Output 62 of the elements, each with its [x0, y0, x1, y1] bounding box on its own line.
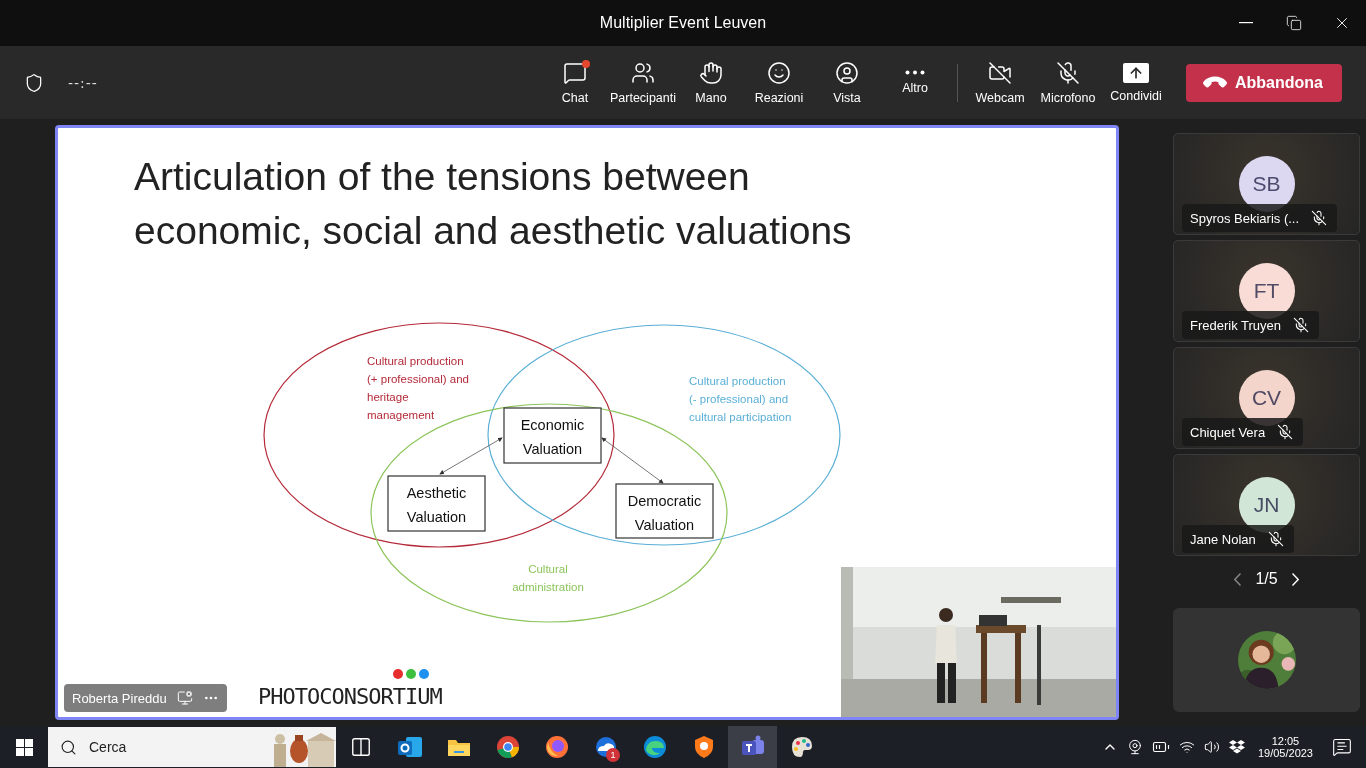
view-button[interactable]: Vista	[813, 52, 881, 113]
task-view-icon	[349, 736, 372, 758]
window-title: Multiplier Event Leuven	[599, 14, 767, 32]
chat-icon	[563, 60, 587, 85]
people-button[interactable]: Partecipanti	[609, 52, 677, 113]
camera-button[interactable]: Webcam	[966, 52, 1034, 113]
mic-off-icon	[1056, 60, 1080, 85]
people-icon	[631, 60, 655, 85]
more-icon	[905, 70, 925, 75]
smiley-icon	[767, 60, 791, 85]
valuation-box: Aesthetic Valuation	[387, 475, 486, 532]
notification-badge: 1	[606, 748, 620, 762]
edge-browser-icon	[641, 734, 668, 760]
circle-label: Cultural production (- professional) and cultural participation	[689, 375, 792, 423]
screen-settings-icon	[176, 690, 193, 706]
slide-title: Articulation of the tensions between economic, social and aesthetic valuations	[133, 154, 853, 254]
chevron-right-icon	[1291, 572, 1299, 586]
wifi-icon[interactable]	[1178, 739, 1195, 755]
logo-text: PHOTOCONSORTIUM	[258, 684, 442, 709]
leave-button[interactable]: Abbandona	[1186, 63, 1342, 102]
camera-icon[interactable]	[1126, 739, 1143, 755]
page-indicator: 1/5	[1255, 570, 1278, 588]
next-page-button[interactable]	[1291, 572, 1299, 586]
minimize-icon	[1239, 22, 1253, 24]
participant-name: Chiquet Vera	[1190, 424, 1266, 440]
windows-icon	[15, 738, 33, 756]
double-arrow	[439, 437, 503, 475]
search-field[interactable]: Cerca	[87, 738, 241, 756]
chevron-left-icon	[1234, 572, 1242, 586]
box-icon[interactable]	[1228, 740, 1245, 754]
hand-button[interactable]: Mano	[677, 52, 745, 113]
mic-button[interactable]: Microfono	[1034, 52, 1102, 113]
person-circle-icon	[835, 60, 859, 85]
share-icon	[1123, 62, 1149, 83]
participant-name: Frederik Truyen	[1190, 317, 1282, 333]
restore-icon	[1286, 15, 1302, 31]
search-icon	[60, 738, 77, 756]
hand-icon	[699, 60, 723, 85]
participant-name: Jane Nolan	[1190, 531, 1256, 547]
meeting-timer: --:--	[68, 74, 98, 91]
logo-dots-icon	[391, 668, 432, 680]
more-button[interactable]: Altro	[881, 52, 949, 113]
chat-button[interactable]: Chat	[541, 52, 609, 113]
reactions-button[interactable]: Reazioni	[745, 52, 813, 113]
shield-icon	[24, 72, 44, 93]
notification-icon[interactable]	[1332, 737, 1352, 757]
camera-off-icon	[988, 60, 1012, 85]
browser-icon	[494, 734, 521, 760]
participant-name: Spyros Bekiaris (...	[1190, 210, 1300, 226]
circle-label: Cultural production (+ professional) and heritage management	[367, 355, 469, 421]
fox-browser-icon	[543, 734, 570, 760]
speaker-name: Roberta Pireddu	[72, 690, 167, 706]
speaker-icon[interactable]	[1203, 739, 1220, 755]
valuation-box: Economic Valuation	[503, 407, 602, 464]
mail-app-icon	[396, 734, 423, 760]
search-bar[interactable]: Cerca	[48, 727, 336, 767]
share-button[interactable]: Condividi	[1102, 52, 1170, 113]
circle-label: Cultural administration	[512, 563, 584, 593]
clock[interactable]: 12:05 19/05/2023	[1257, 735, 1313, 759]
taskbar-app-button[interactable]: 1	[581, 726, 630, 768]
valuation-box: Democratic Valuation	[615, 483, 714, 539]
previous-page-button[interactable]	[1234, 572, 1242, 586]
